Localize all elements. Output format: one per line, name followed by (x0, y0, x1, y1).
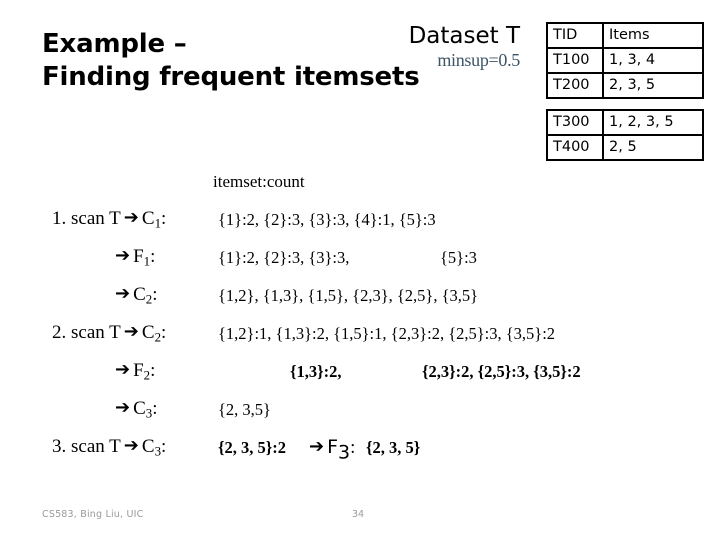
column-header-items: Items (602, 22, 704, 49)
cell-tid: T200 (546, 72, 604, 99)
scan2-colon: : (161, 322, 167, 343)
scan3-prefix: 3. scan T (52, 436, 121, 457)
f1-label-group: ➔ F1: (112, 246, 155, 268)
c3-set-name: C (133, 398, 146, 419)
table-row: T300 1, 2, 3, 5 (546, 109, 704, 136)
separator-cell-left (547, 98, 603, 110)
scan3-result-sub: 3 (338, 441, 351, 464)
scan1-values: {1}:2, {2}:3, {3}:3, {4}:1, {5}:3 (218, 210, 436, 229)
cell-items: 1, 3, 4 (602, 47, 704, 74)
scan3-result-group: ➔ F3: (306, 436, 356, 462)
minsup-label: minsup=0.5 (437, 49, 520, 70)
scan3-result-colon: : (350, 437, 356, 458)
f2-set-name: F (133, 360, 144, 381)
c3-colon: : (152, 398, 158, 419)
arrow-right-icon: ➔ (115, 397, 131, 418)
scan1-label-group: 1. scan T ➔ C1: (52, 208, 166, 230)
table-row: T100 1, 3, 4 (546, 47, 704, 74)
arrow-right-icon: ➔ (123, 207, 139, 228)
arrow-right-icon: ➔ (115, 359, 131, 380)
table-group-separator (547, 98, 703, 110)
f1-set-name: F (133, 246, 144, 267)
trace-line-f1: ➔ F1: {1}:2, {2}:3, {3}:3, {5}:3 (0, 246, 720, 284)
footer-page-number: 34 (352, 509, 365, 520)
scan3-values: {2, 3, 5}:2 (218, 438, 286, 457)
arrow-right-icon: ➔ (309, 436, 325, 457)
arrow-right-icon: ➔ (115, 283, 131, 304)
table-row: T200 2, 3, 5 (546, 72, 704, 99)
scan3-label-group: 3. scan T ➔ C3: (52, 436, 166, 458)
c3-values: {2, 3,5} (218, 400, 271, 419)
column-header-tid: TID (546, 22, 604, 49)
cell-items: 1, 2, 3, 5 (602, 109, 704, 136)
table-row: T400 2, 5 (546, 134, 704, 161)
c3-label-group: ➔ C3: (112, 398, 158, 420)
slide-canvas: Example – Finding frequent itemsets Data… (0, 0, 720, 540)
footer-credit: CS583, Bing Liu, UIC (42, 509, 144, 520)
f2-values-kept: {1,3}:2, (290, 362, 342, 381)
scan3-set-name: C (141, 436, 155, 457)
c2-set-name: C (133, 284, 146, 305)
dataset-label: Dataset T (408, 23, 520, 49)
arrow-right-icon: ➔ (123, 321, 139, 342)
separator-cell-right (603, 98, 703, 110)
cell-tid: T300 (546, 109, 604, 136)
c2-label-group: ➔ C2: (112, 284, 158, 306)
f2-label-group: ➔ F2: (112, 360, 155, 382)
scan2-set-name: C (141, 322, 155, 343)
scan2-label-group: 2. scan T ➔ C2: (52, 322, 166, 344)
arrow-right-icon: ➔ (115, 245, 131, 266)
f1-colon: : (150, 246, 156, 267)
trace-line-c3: ➔ C3: {2, 3,5} (0, 398, 720, 436)
c2-colon: : (152, 284, 158, 305)
dataset-caption: Dataset T minsup=0.5 (330, 23, 521, 71)
c2-values: {1,2}, {1,3}, {1,5}, {2,3}, {2,5}, {3,5} (218, 286, 479, 305)
algorithm-trace: 1. scan T ➔ C1: {1}:2, {2}:3, {3}:3, {4}:1… (0, 208, 720, 474)
cell-items: 2, 3, 5 (602, 72, 704, 99)
trace-line-f2: ➔ F2: {1,3}:2, {2,3}:2, {2,5}:3, {3,5}:2 (0, 360, 720, 398)
scan3-result-name: F (327, 436, 339, 458)
cell-tid: T400 (546, 134, 604, 161)
f1-values-kept: {1}:2, {2}:3, {3}:3, (218, 248, 350, 267)
trace-line-c2: ➔ C2: {1,2}, {1,3}, {1,5}, {2,3}, {2,5}, … (0, 284, 720, 322)
trace-line-scan-3: 3. scan T ➔ C3: {2, 3, 5}:2 ➔ F3: {2, 3, 5} (0, 436, 720, 474)
scan1-prefix: 1. scan T (52, 208, 121, 229)
f1-values-tail: {5}:3 (440, 248, 477, 267)
f2-colon: : (150, 360, 156, 381)
cell-tid: T100 (546, 47, 604, 74)
trace-line-scan-2: 2. scan T ➔ C2: {1,2}:1, {1,3}:2, {1,5}:1,… (0, 322, 720, 360)
scan3-colon: : (161, 436, 167, 457)
scan1-set-name: C (141, 208, 155, 229)
arrow-right-icon: ➔ (123, 435, 139, 456)
cell-items: 2, 5 (602, 134, 704, 161)
scan2-values: {1,2}:1, {1,3}:2, {1,5}:1, {2,3}:2, {2,5… (218, 324, 556, 343)
table-header-row: TID Items (546, 22, 704, 49)
itemset-count-label: itemset:count (213, 172, 305, 191)
dataset-table: TID Items T100 1, 3, 4 T200 2, 3, 5 T300… (546, 22, 704, 161)
f2-values-tail: {2,3}:2, {2,5}:3, {3,5}:2 (422, 362, 581, 381)
scan2-prefix: 2. scan T (52, 322, 121, 343)
scan1-colon: : (161, 208, 167, 229)
scan3-result-values: {2, 3, 5} (366, 438, 421, 457)
trace-line-scan-1: 1. scan T ➔ C1: {1}:2, {2}:3, {3}:3, {4}:1… (0, 208, 720, 246)
